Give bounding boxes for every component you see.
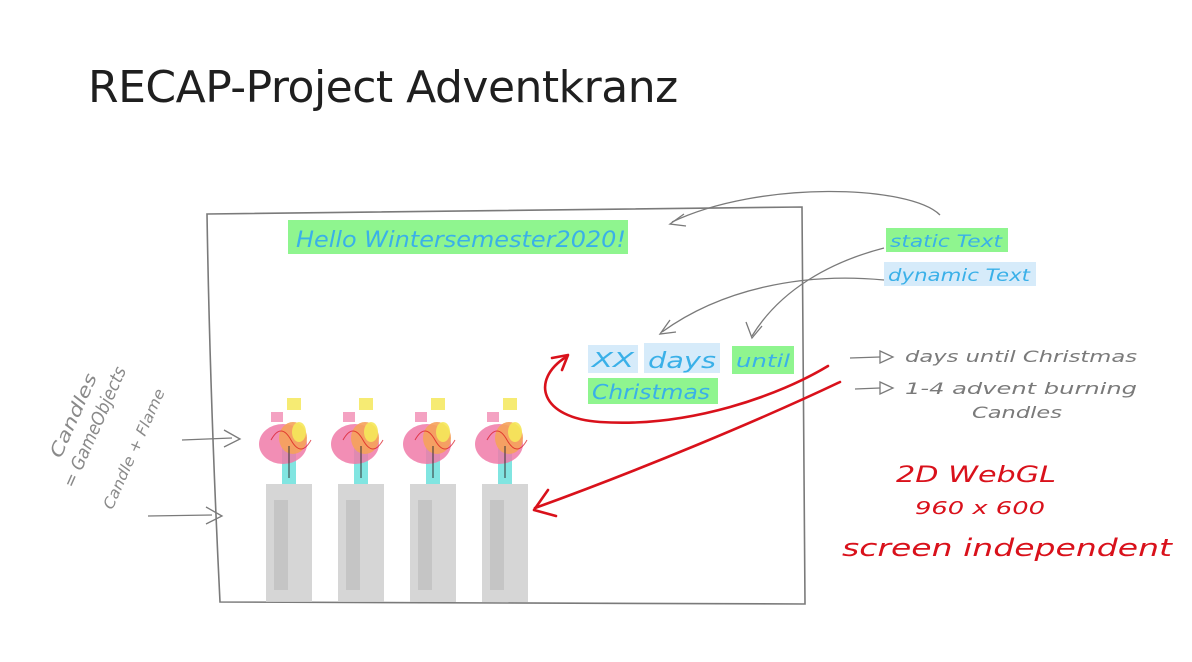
note-days-until: days until Christmas [905,347,1137,366]
greeting-text: Hello Wintersemester2020! [296,228,626,253]
candle-2-flame-core [364,422,378,442]
candle-pointer-arrow [147,514,213,517]
countdown-xx: XX [590,348,636,372]
candles-group [259,398,528,602]
red-note-screen: screen independent [842,534,1174,562]
candle-1-spark [287,398,301,410]
note-advent-line1: 1-4 advent burning [905,379,1137,398]
static-to-until-arrow [751,247,885,337]
candle-1-shade [274,500,288,590]
candle-2-spark-2 [343,412,355,422]
flame-pointer-arrow [181,437,233,441]
candle-1-flame-core [292,422,306,442]
candle-2-spark [359,398,373,410]
candle-3-shade [418,500,432,590]
candle-3-spark [431,398,445,410]
candle-3-spark-2 [415,412,427,422]
legend-dynamic-text: dynamic Text [888,266,1032,286]
dynamic-to-days-arrow [661,277,885,333]
left-note-arrows [147,429,242,525]
candle-3-body [410,484,456,602]
candle-2-shade [346,500,360,590]
note-advent-line2: Candles [972,403,1062,422]
candle-1-body [266,484,312,602]
candle-3-flame-core [436,422,450,442]
static-to-greeting-arrow [671,190,941,223]
countdown-christmas: Christmas [592,380,710,404]
static-to-greeting-arrowhead [668,213,687,227]
candle-4-shade [490,500,504,590]
sketch-drawing: Hello Wintersemester2020! XX days until … [46,190,1174,605]
countdown-until: until [736,351,790,372]
candle-4-flame-core [508,422,522,442]
countdown-days: days [648,349,716,374]
red-note-renderer: 2D WebGL [896,463,1056,488]
candle-2-body [338,484,384,602]
legend-static-text: static Text [890,232,1004,252]
candle-4-body [482,484,528,602]
candle-4-spark [503,398,517,410]
candle-1-spark-2 [271,412,283,422]
left-notes: Candles = GameObjects Candle + Flame [46,364,169,512]
red-note-resolution: 960 x 600 [915,498,1045,519]
right-notes-arrows [849,349,895,396]
candle-4-spark-2 [487,412,499,422]
